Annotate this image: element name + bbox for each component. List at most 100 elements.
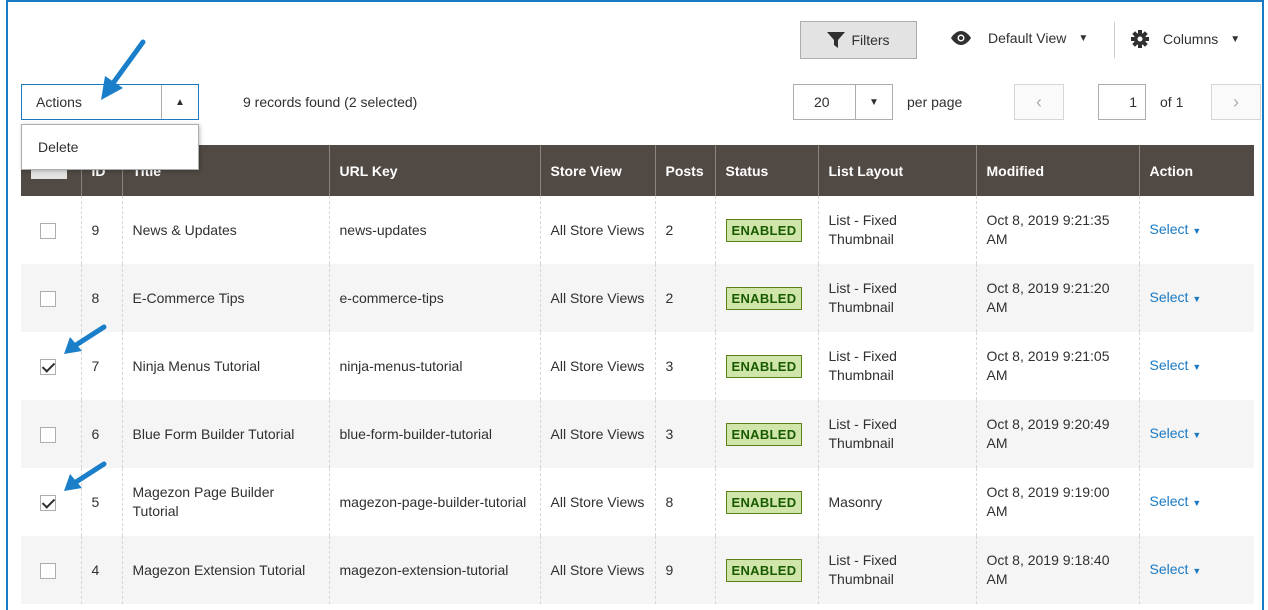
cell-title: Magezon Page Builder Tutorial bbox=[121, 468, 329, 536]
toolbar-divider bbox=[1114, 22, 1115, 58]
cell-layout: List - Fixed Thumbnail bbox=[817, 536, 976, 604]
data-grid: ID Title URL Key Store View Posts Status… bbox=[21, 145, 1254, 604]
per-page-value: 20 bbox=[814, 94, 830, 110]
columns-control[interactable]: Columns ▼ bbox=[1131, 30, 1240, 48]
cell-posts: 2 bbox=[654, 264, 715, 332]
menu-item-delete[interactable]: Delete bbox=[22, 125, 198, 169]
column-header[interactable]: Store View bbox=[539, 145, 655, 196]
chevron-right-icon: › bbox=[1233, 91, 1239, 112]
cell-url-key: blue-form-builder-tutorial bbox=[328, 400, 540, 468]
next-page-button[interactable]: › bbox=[1211, 84, 1261, 120]
column-header[interactable]: URL Key bbox=[328, 145, 540, 196]
cell-url-key: magezon-page-builder-tutorial bbox=[328, 468, 540, 536]
records-count: 9 records found (2 selected) bbox=[243, 94, 418, 110]
cell-title: Ninja Menus Tutorial bbox=[121, 332, 329, 400]
caret-down-icon: ▼ bbox=[1192, 361, 1202, 372]
actions-menu: Delete bbox=[21, 124, 199, 170]
chevron-down-icon: ▼ bbox=[1230, 33, 1241, 45]
chevron-down-icon: ▼ bbox=[1078, 32, 1089, 44]
row-action-select[interactable]: Select ▼ bbox=[1150, 221, 1202, 237]
status-badge: ENABLED bbox=[725, 490, 803, 514]
table-row: 9 News & Updates news-updates All Store … bbox=[21, 196, 1254, 264]
annotation-arrow-icon bbox=[64, 461, 107, 491]
cell-id: 4 bbox=[80, 536, 122, 604]
cell-id: 6 bbox=[80, 400, 122, 468]
row-action-select[interactable]: Select ▼ bbox=[1150, 493, 1202, 509]
caret-down-icon: ▼ bbox=[1192, 293, 1202, 304]
table-row: 6 Blue Form Builder Tutorial blue-form-b… bbox=[21, 400, 1254, 468]
status-badge: ENABLED bbox=[725, 422, 803, 446]
table-row: 4 Magezon Extension Tutorial magezon-ext… bbox=[21, 536, 1254, 604]
view-switcher[interactable]: Default View ▼ bbox=[950, 30, 1088, 46]
row-action-select[interactable]: Select ▼ bbox=[1150, 561, 1202, 577]
cell-layout: Masonry bbox=[817, 468, 976, 536]
column-header[interactable]: Posts bbox=[654, 145, 715, 196]
cell-posts: 3 bbox=[654, 332, 715, 400]
column-header[interactable]: Action bbox=[1138, 145, 1254, 196]
cell-modified: Oct 8, 2019 9:19:00 AM bbox=[975, 468, 1139, 536]
cell-posts: 2 bbox=[654, 196, 715, 264]
cell-store-view: All Store Views bbox=[539, 468, 655, 536]
cell-url-key: e-commerce-tips bbox=[328, 264, 540, 332]
cell-posts: 8 bbox=[654, 468, 715, 536]
table-row: 5 Magezon Page Builder Tutorial magezon-… bbox=[21, 468, 1254, 536]
cell-id: 9 bbox=[80, 196, 122, 264]
caret-down-icon: ▼ bbox=[1192, 565, 1202, 576]
cell-store-view: All Store Views bbox=[539, 196, 655, 264]
row-checkbox[interactable] bbox=[40, 222, 56, 239]
column-header[interactable]: Status bbox=[714, 145, 818, 196]
chevron-up-icon[interactable]: ▲ bbox=[161, 85, 198, 119]
row-checkbox[interactable] bbox=[40, 494, 56, 511]
cell-modified: Oct 8, 2019 9:21:35 AM bbox=[975, 196, 1139, 264]
page-count: of 1 bbox=[1160, 94, 1184, 110]
chevron-down-icon[interactable]: ▼ bbox=[855, 85, 892, 119]
chevron-left-icon: ‹ bbox=[1036, 91, 1042, 112]
page-number-input[interactable] bbox=[1098, 84, 1146, 120]
cell-title: E-Commerce Tips bbox=[121, 264, 329, 332]
table-row: 8 E-Commerce Tips e-commerce-tips All St… bbox=[21, 264, 1254, 332]
cell-store-view: All Store Views bbox=[539, 332, 655, 400]
column-header[interactable]: Modified bbox=[975, 145, 1139, 196]
row-action-select[interactable]: Select ▼ bbox=[1150, 289, 1202, 305]
columns-label: Columns bbox=[1163, 31, 1219, 47]
cell-layout: List - Fixed Thumbnail bbox=[817, 264, 976, 332]
caret-down-icon: ▼ bbox=[1192, 429, 1202, 440]
cell-id: 8 bbox=[80, 264, 122, 332]
funnel-icon bbox=[827, 32, 846, 48]
column-header[interactable]: List Layout bbox=[817, 145, 976, 196]
cell-url-key: news-updates bbox=[328, 196, 540, 264]
cell-layout: List - Fixed Thumbnail bbox=[817, 332, 976, 400]
row-checkbox[interactable] bbox=[40, 426, 56, 443]
per-page-select[interactable]: 20 ▼ bbox=[793, 84, 893, 120]
row-action-select[interactable]: Select ▼ bbox=[1150, 425, 1202, 441]
view-label: Default View bbox=[988, 30, 1067, 46]
annotation-arrow-icon bbox=[64, 324, 107, 354]
annotation-arrow-icon bbox=[101, 39, 146, 100]
cell-url-key: magezon-extension-tutorial bbox=[328, 536, 540, 604]
eye-icon bbox=[951, 31, 971, 45]
caret-down-icon: ▼ bbox=[1192, 225, 1202, 236]
cell-posts: 9 bbox=[654, 536, 715, 604]
cell-store-view: All Store Views bbox=[539, 536, 655, 604]
cell-modified: Oct 8, 2019 9:21:05 AM bbox=[975, 332, 1139, 400]
cell-modified: Oct 8, 2019 9:20:49 AM bbox=[975, 400, 1139, 468]
filters-button[interactable]: Filters bbox=[800, 21, 917, 59]
cell-title: News & Updates bbox=[121, 196, 329, 264]
row-action-select[interactable]: Select ▼ bbox=[1150, 357, 1202, 373]
prev-page-button[interactable]: ‹ bbox=[1014, 84, 1064, 120]
row-checkbox[interactable] bbox=[40, 562, 56, 579]
status-badge: ENABLED bbox=[725, 286, 803, 310]
row-checkbox[interactable] bbox=[40, 290, 56, 307]
cell-url-key: ninja-menus-tutorial bbox=[328, 332, 540, 400]
status-badge: ENABLED bbox=[725, 218, 803, 242]
row-checkbox[interactable] bbox=[40, 358, 56, 375]
table-header-row: ID Title URL Key Store View Posts Status… bbox=[21, 145, 1254, 196]
caret-down-icon: ▼ bbox=[1192, 497, 1202, 508]
cell-modified: Oct 8, 2019 9:21:20 AM bbox=[975, 264, 1139, 332]
cell-title: Blue Form Builder Tutorial bbox=[121, 400, 329, 468]
filters-label: Filters bbox=[851, 32, 890, 48]
status-badge: ENABLED bbox=[725, 558, 803, 582]
cell-posts: 3 bbox=[654, 400, 715, 468]
status-badge: ENABLED bbox=[725, 354, 803, 378]
gear-icon bbox=[1131, 30, 1149, 48]
